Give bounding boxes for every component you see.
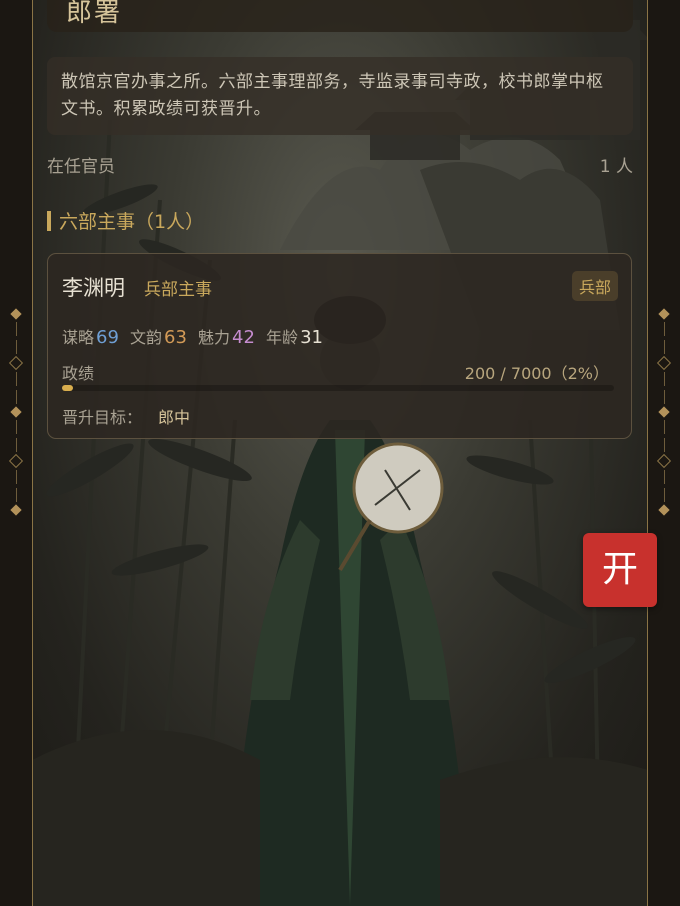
department-badge: 兵部	[571, 271, 618, 301]
officials-label: 在任官员	[47, 157, 115, 177]
section-title: 六部主事（1人）	[59, 211, 205, 233]
stat-label: 魅力	[198, 328, 231, 347]
page-title: 郎署	[66, 0, 123, 28]
stat-value: 31	[300, 327, 323, 348]
merit-value: 200 / 7000（2%）	[464, 364, 609, 383]
stat-value: 69	[96, 327, 119, 348]
merit-progress-bar	[62, 385, 614, 391]
merit-label: 政绩	[62, 364, 95, 383]
open-button[interactable]: 开	[583, 533, 657, 607]
stat-value: 63	[164, 327, 187, 348]
officials-count-row: 在任官员 1 人	[47, 152, 633, 178]
merit-progress-fill	[62, 385, 74, 391]
stat-value: 42	[232, 327, 255, 348]
diamond-ornament-icon	[8, 308, 24, 516]
left-frame	[0, 0, 33, 906]
officials-count: 1 人	[599, 157, 633, 177]
promotion-label: 晋升目标：	[62, 408, 143, 427]
stats-row: 谋略 69 文韵 63 魅力 42 年龄 31	[62, 324, 329, 348]
title-bar	[47, 0, 633, 32]
official-name: 李渊明	[62, 276, 125, 300]
right-frame	[647, 0, 680, 906]
section-accent-bar	[47, 211, 51, 231]
stat-label: 谋略	[62, 328, 95, 347]
office-description: 散馆京官办事之所。六部主事理部务，寺监录事司寺政，校书郎掌中枢文书。积累政绩可获…	[47, 57, 633, 135]
promotion-target: 郎中	[158, 408, 191, 427]
stat-label: 文韵	[130, 328, 163, 347]
section-header: 六部主事（1人）	[47, 207, 204, 235]
official-office: 兵部主事	[144, 280, 212, 300]
stat-label: 年龄	[266, 328, 299, 347]
background-illustration	[0, 0, 680, 906]
official-card[interactable]: 李渊明 兵部主事 兵部 谋略 69 文韵 63 魅力 42 年龄 31 政绩 200 /…	[47, 253, 632, 439]
diamond-ornament-icon	[656, 308, 672, 516]
